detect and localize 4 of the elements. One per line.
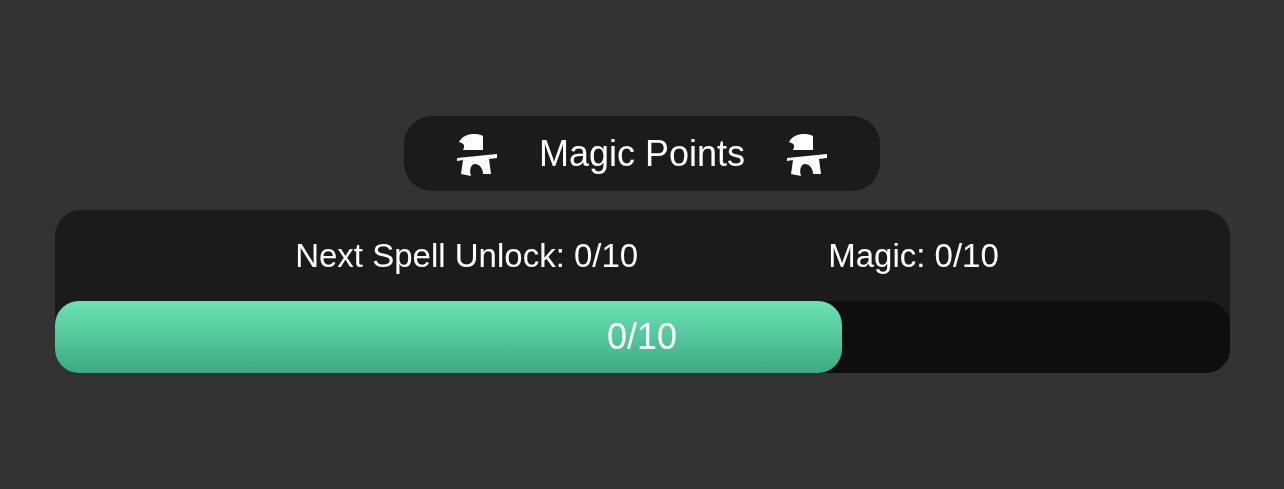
- progress-reading: 0/10: [606, 315, 678, 359]
- title: Magic Points: [538, 131, 746, 176]
- stat-label: Magic: 0/10: [828, 235, 999, 276]
- stat-label: Next Spell Unlock: 0/10: [295, 235, 639, 276]
